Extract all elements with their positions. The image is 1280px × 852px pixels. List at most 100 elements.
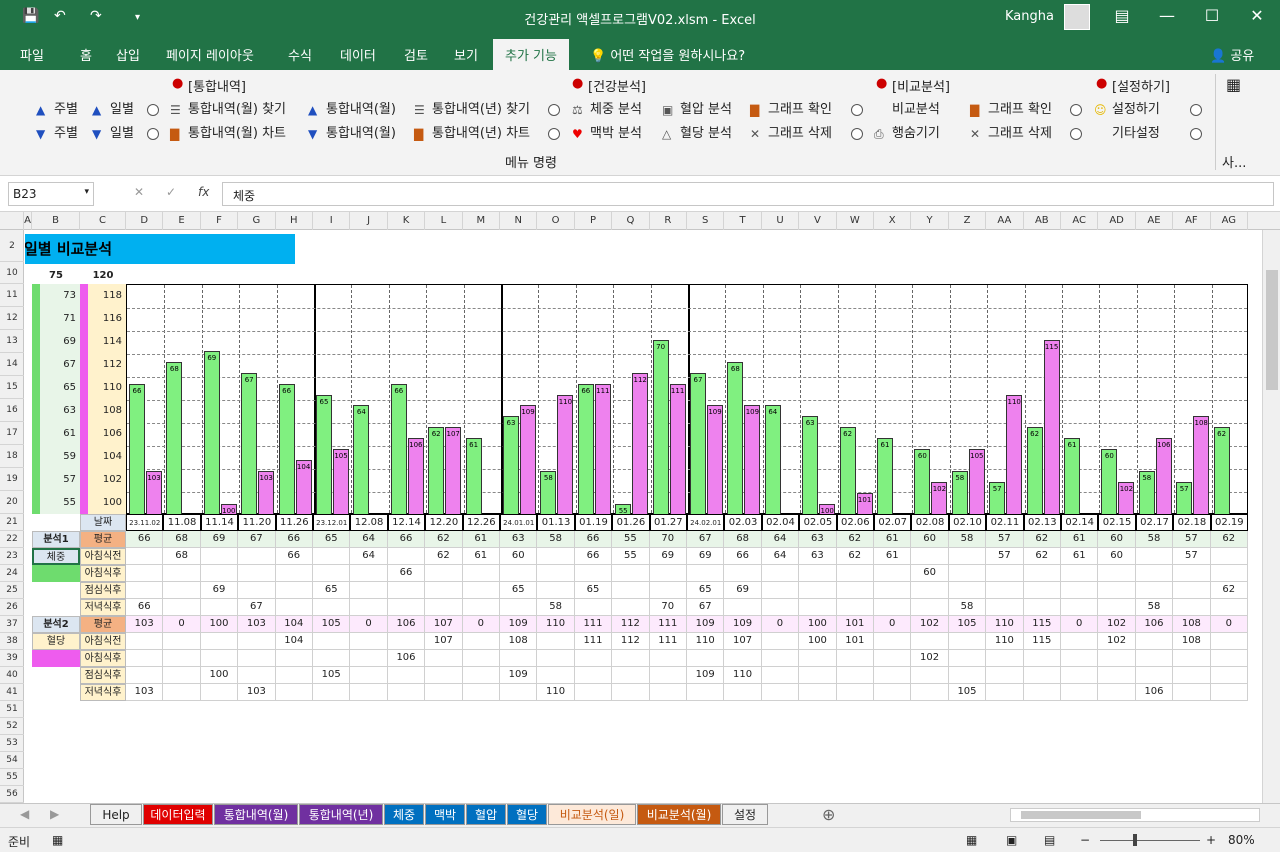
table-cell[interactable]: 55: [612, 531, 650, 548]
table-cell[interactable]: [238, 667, 276, 684]
table-cell[interactable]: 62: [836, 548, 874, 565]
formula-input[interactable]: 체중: [222, 182, 1274, 206]
row-header-15[interactable]: 15: [0, 376, 24, 399]
column-header-R[interactable]: R: [650, 212, 687, 230]
column-header-L[interactable]: L: [425, 212, 463, 230]
close-icon[interactable]: ✕: [1242, 6, 1272, 25]
table-cell[interactable]: 69: [724, 582, 762, 599]
table-cell[interactable]: [163, 684, 201, 701]
table-cell[interactable]: 106: [1135, 616, 1174, 633]
row-header-53[interactable]: 53: [0, 735, 24, 752]
table-cell[interactable]: [1173, 565, 1211, 582]
row-header-21[interactable]: 21: [0, 514, 24, 531]
table-cell[interactable]: [238, 650, 276, 667]
table-cell[interactable]: 109: [500, 616, 538, 633]
row-header-24[interactable]: 24: [0, 565, 24, 582]
table-cell[interactable]: [874, 565, 912, 582]
table-cell[interactable]: [724, 565, 762, 582]
column-header-Q[interactable]: Q: [612, 212, 650, 230]
table-cell[interactable]: [1173, 684, 1211, 701]
radio-option[interactable]: [851, 104, 863, 116]
radio-option[interactable]: [548, 104, 560, 116]
table-cell[interactable]: [163, 599, 201, 616]
table-cell[interactable]: [761, 684, 800, 701]
table-cell[interactable]: [1173, 667, 1211, 684]
row-header-16[interactable]: 16: [0, 399, 24, 422]
insert-function-icon[interactable]: fx: [198, 185, 209, 199]
sheet-tab-2[interactable]: 통합내역(월): [214, 804, 298, 825]
table-cell[interactable]: [724, 599, 762, 616]
table-cell[interactable]: 105: [948, 616, 987, 633]
table-cell[interactable]: 110: [986, 633, 1024, 650]
tab-insert[interactable]: 삽입: [116, 45, 140, 64]
ribbon-button-r2-6[interactable]: 혈당 분석: [680, 127, 732, 141]
table-cell[interactable]: [1098, 684, 1136, 701]
ribbon-button-r1-0[interactable]: 주별: [54, 103, 78, 117]
sheet-tab-8[interactable]: 비교분석(일): [548, 804, 636, 825]
table-cell[interactable]: 108: [1173, 633, 1211, 650]
table-cell[interactable]: [1061, 582, 1099, 599]
sheet-tab-1[interactable]: 데이터입력: [143, 804, 213, 825]
table-cell[interactable]: 57: [986, 531, 1024, 548]
radio-option[interactable]: [147, 104, 159, 116]
table-cell[interactable]: [1135, 548, 1174, 565]
table-cell[interactable]: [761, 633, 800, 650]
table-cell[interactable]: [500, 650, 538, 667]
page-layout-view-icon[interactable]: ▣: [1006, 833, 1017, 847]
table-cell[interactable]: 58: [1135, 599, 1174, 616]
table-cell[interactable]: [1023, 650, 1061, 667]
table-cell[interactable]: [163, 633, 201, 650]
column-header-Z[interactable]: Z: [949, 212, 987, 230]
table-cell[interactable]: 69: [200, 582, 239, 599]
table-cell[interactable]: 103: [238, 684, 276, 701]
table-cell[interactable]: [462, 599, 500, 616]
table-cell[interactable]: 109: [687, 616, 725, 633]
ribbon-button-r1-10[interactable]: 설정하기: [1112, 103, 1160, 117]
table-cell[interactable]: [313, 565, 351, 582]
table-cell[interactable]: 0: [874, 616, 912, 633]
radio-option[interactable]: [147, 128, 159, 140]
table-cell[interactable]: [238, 565, 276, 582]
radio-option[interactable]: [851, 128, 863, 140]
table-cell[interactable]: [911, 667, 949, 684]
table-cell[interactable]: [649, 667, 687, 684]
table-cell[interactable]: [387, 599, 426, 616]
table-cell[interactable]: [1098, 650, 1136, 667]
table-cell[interactable]: [1098, 582, 1136, 599]
row-header-2[interactable]: 2: [0, 230, 24, 262]
column-header-O[interactable]: O: [537, 212, 575, 230]
table-cell[interactable]: 0: [761, 616, 800, 633]
table-cell[interactable]: [948, 650, 987, 667]
add-sheet-icon[interactable]: ⊕: [822, 805, 835, 824]
row-header-55[interactable]: 55: [0, 769, 24, 786]
table-cell[interactable]: 67: [687, 531, 725, 548]
table-cell[interactable]: 58: [948, 599, 987, 616]
ribbon-button-r1-2[interactable]: 통합내역(월) 찾기: [188, 103, 286, 117]
table-cell[interactable]: [238, 548, 276, 565]
table-cell[interactable]: 105: [948, 684, 987, 701]
table-cell[interactable]: [1135, 650, 1174, 667]
table-cell[interactable]: [462, 565, 500, 582]
ribbon-button-r2-8[interactable]: 행숨기기: [892, 127, 940, 141]
row-header-17[interactable]: 17: [0, 422, 24, 445]
table-cell[interactable]: [612, 565, 650, 582]
table-cell[interactable]: [836, 599, 874, 616]
table-cell[interactable]: [350, 633, 388, 650]
table-cell[interactable]: [612, 684, 650, 701]
sheet-tab-7[interactable]: 혈당: [507, 804, 547, 825]
table-cell[interactable]: 62: [1023, 531, 1061, 548]
row-header-20[interactable]: 20: [0, 491, 24, 514]
table-cell[interactable]: [649, 582, 687, 599]
table-cell[interactable]: 58: [1135, 531, 1174, 548]
table-cell[interactable]: [687, 650, 725, 667]
table-cell[interactable]: [1210, 667, 1248, 684]
table-cell[interactable]: [1173, 650, 1211, 667]
table-cell[interactable]: [874, 667, 912, 684]
zoom-level[interactable]: 80%: [1228, 833, 1255, 847]
table-cell[interactable]: [425, 650, 463, 667]
tab-page-layout[interactable]: 페이지 레이아웃: [166, 45, 254, 64]
table-cell[interactable]: [163, 667, 201, 684]
scroll-left-icon[interactable]: ◀: [20, 807, 29, 821]
table-cell[interactable]: [200, 599, 239, 616]
column-header-J[interactable]: J: [350, 212, 388, 230]
